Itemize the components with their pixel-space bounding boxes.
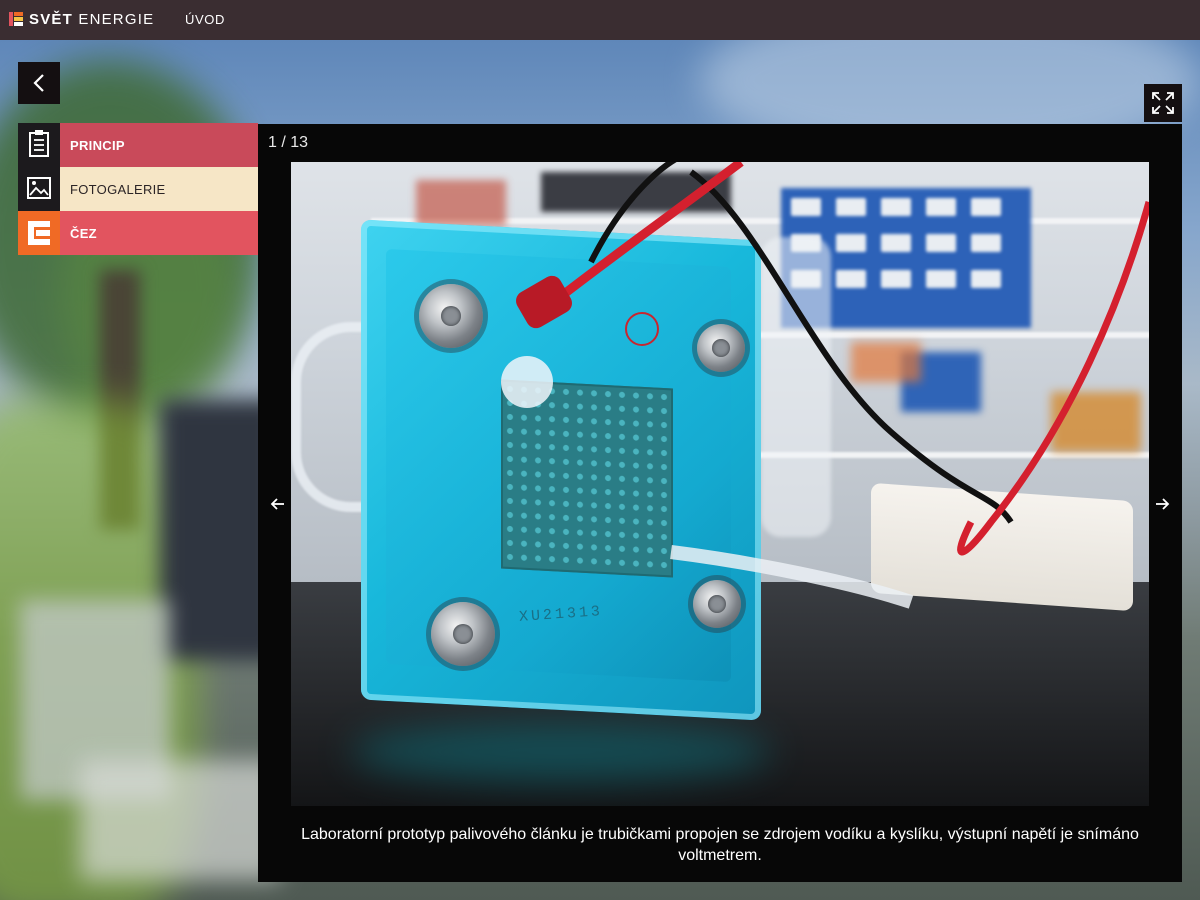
back-button[interactable] (18, 62, 60, 104)
fullscreen-button[interactable] (1144, 84, 1182, 122)
brand-name-bold: SVĚT (29, 11, 73, 28)
photo-icon (18, 167, 60, 211)
menu-item-label: FOTOGALERIE (70, 182, 166, 197)
gallery-photo: XU21313 (291, 162, 1149, 806)
brand-name[interactable]: SVĚT ENERGIE (29, 11, 154, 28)
menu-item-cez[interactable]: ČEZ (18, 211, 258, 255)
photo-caption: Laboratorní prototyp palivového článku j… (301, 826, 1139, 864)
slide-counter: 1 / 13 (268, 134, 309, 151)
photo-gallery: 1 / 13 XU21313 Laboratorní prototyp pali… (258, 124, 1182, 882)
chevron-left-icon (33, 74, 44, 92)
cez-logo-icon (18, 211, 60, 255)
side-menu: PRINCIP FOTOGALERIE ČEZ (18, 123, 258, 255)
menu-item-princip[interactable]: PRINCIP (18, 123, 258, 167)
arrow-left-icon (270, 498, 284, 510)
brand-logo-icon (9, 12, 23, 26)
nav-uvod-link[interactable]: ÚVOD (185, 12, 225, 27)
brand-name-rest: ENERGIE (78, 11, 155, 28)
wires (501, 162, 1149, 609)
menu-item-label: PRINCIP (70, 138, 125, 153)
prev-slide-button[interactable] (266, 492, 290, 516)
menu-item-fotogalerie[interactable]: FOTOGALERIE (18, 167, 258, 211)
clipboard-icon (18, 123, 60, 167)
arrow-right-icon (1156, 498, 1170, 510)
top-bar: SVĚT ENERGIE ÚVOD (0, 0, 1200, 40)
next-slide-button[interactable] (1150, 492, 1174, 516)
fullscreen-icon (1152, 92, 1174, 114)
menu-item-label: ČEZ (70, 226, 97, 241)
